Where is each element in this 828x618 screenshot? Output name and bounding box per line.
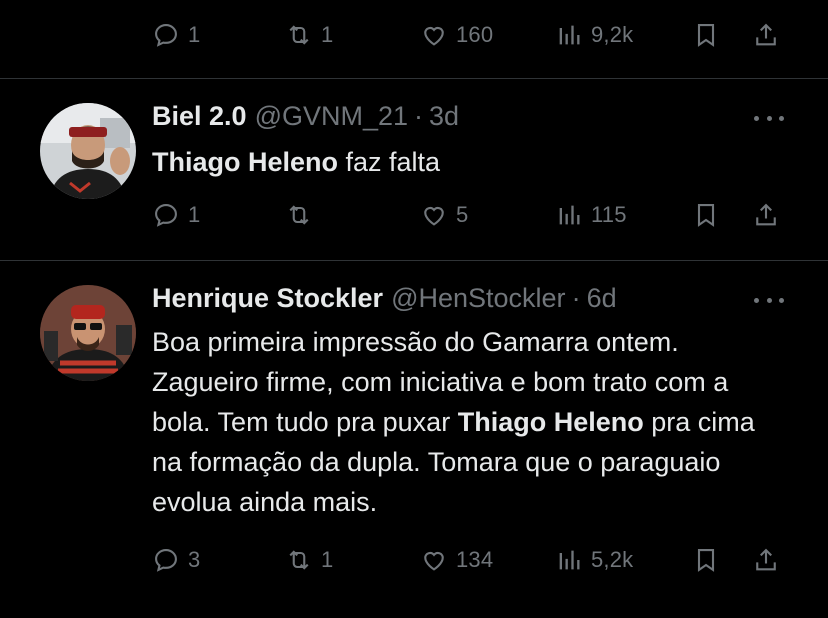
handle[interactable]: @HenStockler (391, 283, 565, 314)
display-name[interactable]: Biel 2.0 (152, 101, 247, 132)
share-button[interactable] (752, 540, 780, 580)
tweet-3-action-bar: 3 1 134 5,2k (0, 540, 828, 580)
reply-icon (155, 204, 177, 227)
like-count: 160 (456, 22, 494, 47)
heart-icon (424, 26, 444, 46)
reply-button[interactable]: 3 (152, 540, 200, 580)
tweet-text: Thiago Heleno faz falta (152, 142, 792, 182)
more-icon[interactable] (754, 108, 784, 128)
views-button[interactable]: 115 (555, 195, 627, 235)
share-icon (756, 203, 776, 226)
reply-button[interactable]: 1 (152, 195, 200, 235)
retweet-count: 1 (321, 547, 334, 572)
reply-icon (155, 24, 177, 47)
bookmark-button[interactable] (692, 540, 720, 580)
reply-button[interactable]: 1 (152, 15, 200, 55)
heart-icon (424, 551, 444, 571)
tweet-2-action-bar: 1 5 115 (0, 195, 828, 235)
bookmark-icon (697, 204, 715, 227)
reply-count: 1 (188, 202, 201, 227)
bookmark-icon (697, 24, 715, 47)
bold-mention: Thiago Heleno (457, 407, 644, 437)
tweet-text: Boa primeira impressão do Gamarra ontem.… (152, 322, 792, 522)
share-icon (756, 23, 776, 46)
views-count: 115 (591, 202, 627, 227)
reply-icon (155, 549, 177, 572)
timestamp[interactable]: 6d (587, 283, 617, 314)
retweet-button[interactable]: 1 (285, 540, 333, 580)
bookmark-button[interactable] (692, 195, 720, 235)
like-count: 134 (456, 547, 494, 572)
views-count: 5,2k (591, 547, 634, 572)
like-button[interactable]: 160 (420, 15, 493, 55)
heart-icon (424, 206, 444, 226)
bookmark-button[interactable] (692, 15, 720, 55)
retweet-icon (289, 550, 309, 570)
retweet-button[interactable] (285, 195, 321, 235)
tweet-1-action-bar: 1 1 160 9,2k (0, 15, 828, 55)
retweet-button[interactable]: 1 (285, 15, 333, 55)
bold-mention: Thiago Heleno (152, 147, 339, 177)
bookmark-icon (697, 549, 715, 572)
tweet-header: Henrique Stockler @HenStockler · 6d (152, 283, 617, 314)
views-count: 9,2k (591, 22, 634, 47)
tweet-henrique[interactable]: Henrique Stockler @HenStockler · 6d Boa … (0, 261, 828, 618)
avatar[interactable] (40, 103, 136, 199)
views-icon (559, 25, 580, 45)
views-button[interactable]: 5,2k (555, 540, 633, 580)
like-button[interactable]: 5 (420, 195, 468, 235)
reply-count: 1 (188, 22, 201, 47)
display-name[interactable]: Henrique Stockler (152, 283, 383, 314)
views-icon (559, 205, 580, 225)
retweet-icon (289, 25, 309, 45)
tweet-biel[interactable]: Biel 2.0 @GVNM_21 · 3d Thiago Heleno faz… (0, 79, 828, 261)
handle[interactable]: @GVNM_21 (255, 101, 408, 132)
views-icon (559, 550, 580, 570)
like-count: 5 (456, 202, 469, 227)
avatar[interactable] (40, 285, 136, 381)
retweet-icon (289, 205, 309, 225)
more-icon[interactable] (754, 290, 784, 310)
share-button[interactable] (752, 195, 780, 235)
like-button[interactable]: 134 (420, 540, 493, 580)
tweet-header: Biel 2.0 @GVNM_21 · 3d (152, 101, 459, 132)
reply-count: 3 (188, 547, 201, 572)
separator-dot: · (414, 101, 424, 131)
timestamp[interactable]: 3d (429, 101, 459, 132)
views-button[interactable]: 9,2k (555, 15, 633, 55)
share-button[interactable] (752, 15, 780, 55)
retweet-count: 1 (321, 22, 334, 47)
text-segment: faz falta (338, 147, 441, 177)
share-icon (756, 548, 776, 571)
separator-dot: · (571, 283, 581, 313)
